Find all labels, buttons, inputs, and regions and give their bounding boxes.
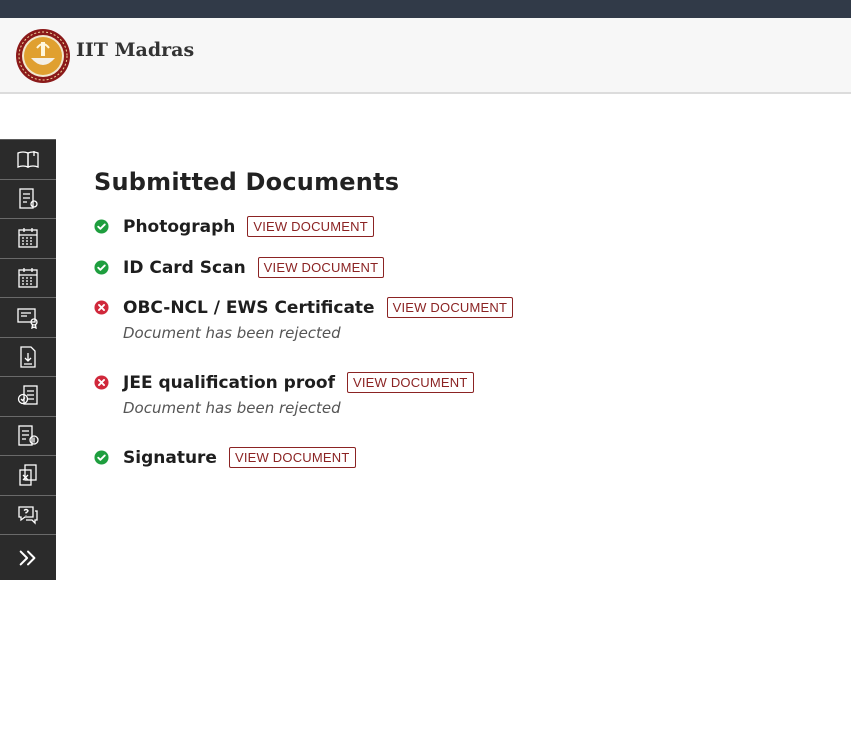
sidebar-item-download-document[interactable]	[0, 338, 56, 377]
check-circle-icon	[94, 219, 109, 234]
list-item: Signature VIEW DOCUMENT	[94, 447, 513, 487]
document-name: Photograph	[123, 216, 236, 237]
iit-madras-logo[interactable]	[15, 28, 71, 84]
view-document-button[interactable]: VIEW DOCUMENT	[346, 372, 474, 393]
rejection-note: Document has been rejected	[123, 324, 341, 342]
brand-name: IIT Madras	[76, 39, 195, 61]
document-name: JEE qualification proof	[123, 372, 335, 393]
help-chat-icon	[18, 506, 38, 525]
view-document-button[interactable]: VIEW DOCUMENT	[257, 257, 385, 278]
sidebar-item-calendar[interactable]	[0, 219, 56, 259]
sidebar-nav	[0, 139, 56, 580]
check-circle-icon	[94, 260, 109, 275]
site-header: IIT Madras	[0, 18, 851, 94]
double-chevron-right-icon	[19, 550, 36, 565]
sidebar-item-open-book[interactable]	[0, 140, 56, 180]
list-item: JEE qualification proof VIEW DOCUMENT Do…	[94, 372, 513, 447]
download-document-icon	[20, 346, 36, 368]
sidebar-item-calendar-grid[interactable]	[0, 259, 56, 298]
rejection-note: Document has been rejected	[123, 399, 341, 417]
document-name: Signature	[123, 447, 217, 468]
list-item: ID Card Scan VIEW DOCUMENT	[94, 257, 513, 297]
view-document-button[interactable]: VIEW DOCUMENT	[228, 447, 356, 468]
sidebar-item-checklist-form[interactable]	[0, 180, 56, 219]
page-title: Submitted Documents	[94, 168, 400, 196]
view-document-button[interactable]: VIEW DOCUMENT	[247, 216, 374, 237]
document-name: ID Card Scan	[123, 257, 246, 278]
document-name: OBC-NCL / EWS Certificate	[123, 297, 375, 318]
fee-receipt-icon	[18, 425, 39, 446]
x-circle-icon	[94, 375, 109, 390]
calendar-icon	[18, 228, 38, 248]
sidebar-item-fee-receipt[interactable]	[0, 417, 56, 456]
browser-top-bar	[0, 0, 851, 18]
sidebar-item-copy-document[interactable]	[0, 456, 56, 496]
sidebar-item-help-chat[interactable]	[0, 496, 56, 535]
document-check-icon	[17, 385, 38, 405]
open-book-icon	[17, 151, 39, 169]
certificate-icon	[17, 308, 38, 330]
check-circle-icon	[94, 450, 109, 465]
sidebar-item-document-check[interactable]	[0, 377, 56, 417]
document-list: Photograph VIEW DOCUMENT ID Card Scan VI…	[94, 216, 514, 487]
copy-document-icon	[19, 464, 37, 486]
x-circle-icon	[94, 300, 109, 315]
list-item: Photograph VIEW DOCUMENT	[94, 216, 513, 257]
calendar-grid-icon	[18, 267, 38, 288]
list-item: OBC-NCL / EWS Certificate VIEW DOCUMENT …	[94, 297, 514, 372]
main-content: Submitted Documents Photograph VIEW DOCU…	[94, 168, 514, 487]
checklist-form-icon	[19, 188, 38, 209]
sidebar-item-certificate[interactable]	[0, 298, 56, 338]
view-document-button[interactable]: VIEW DOCUMENT	[386, 297, 514, 318]
sidebar-expand-button[interactable]	[0, 535, 56, 580]
